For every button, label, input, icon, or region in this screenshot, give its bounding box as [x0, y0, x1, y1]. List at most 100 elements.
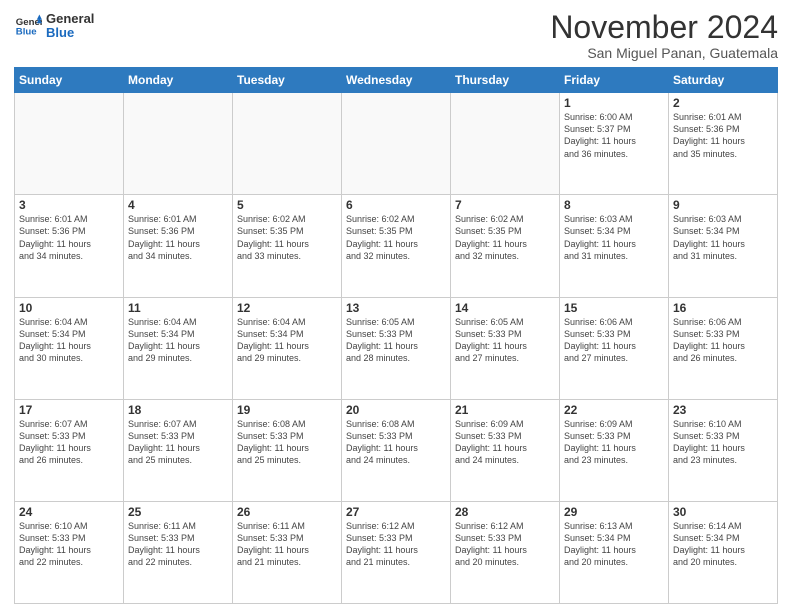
- day-cell-3: 3Sunrise: 6:01 AM Sunset: 5:36 PM Daylig…: [15, 195, 124, 297]
- day-info: Sunrise: 6:10 AM Sunset: 5:33 PM Dayligh…: [673, 418, 773, 467]
- day-cell-10: 10Sunrise: 6:04 AM Sunset: 5:34 PM Dayli…: [15, 297, 124, 399]
- week-row-0: 1Sunrise: 6:00 AM Sunset: 5:37 PM Daylig…: [15, 93, 778, 195]
- day-info: Sunrise: 6:02 AM Sunset: 5:35 PM Dayligh…: [237, 213, 337, 262]
- day-cell-empty-0-3: [342, 93, 451, 195]
- day-cell-empty-0-2: [233, 93, 342, 195]
- day-info: Sunrise: 6:05 AM Sunset: 5:33 PM Dayligh…: [455, 316, 555, 365]
- day-number: 7: [455, 198, 555, 212]
- day-cell-24: 24Sunrise: 6:10 AM Sunset: 5:33 PM Dayli…: [15, 501, 124, 603]
- day-info: Sunrise: 6:11 AM Sunset: 5:33 PM Dayligh…: [237, 520, 337, 569]
- day-cell-12: 12Sunrise: 6:04 AM Sunset: 5:34 PM Dayli…: [233, 297, 342, 399]
- day-info: Sunrise: 6:03 AM Sunset: 5:34 PM Dayligh…: [673, 213, 773, 262]
- day-number: 5: [237, 198, 337, 212]
- day-info: Sunrise: 6:10 AM Sunset: 5:33 PM Dayligh…: [19, 520, 119, 569]
- col-header-sunday: Sunday: [15, 68, 124, 93]
- day-cell-18: 18Sunrise: 6:07 AM Sunset: 5:33 PM Dayli…: [124, 399, 233, 501]
- day-cell-6: 6Sunrise: 6:02 AM Sunset: 5:35 PM Daylig…: [342, 195, 451, 297]
- day-info: Sunrise: 6:09 AM Sunset: 5:33 PM Dayligh…: [564, 418, 664, 467]
- day-info: Sunrise: 6:07 AM Sunset: 5:33 PM Dayligh…: [19, 418, 119, 467]
- day-info: Sunrise: 6:00 AM Sunset: 5:37 PM Dayligh…: [564, 111, 664, 160]
- day-number: 28: [455, 505, 555, 519]
- day-number: 4: [128, 198, 228, 212]
- day-cell-5: 5Sunrise: 6:02 AM Sunset: 5:35 PM Daylig…: [233, 195, 342, 297]
- day-number: 8: [564, 198, 664, 212]
- day-cell-empty-0-1: [124, 93, 233, 195]
- day-cell-14: 14Sunrise: 6:05 AM Sunset: 5:33 PM Dayli…: [451, 297, 560, 399]
- day-info: Sunrise: 6:04 AM Sunset: 5:34 PM Dayligh…: [19, 316, 119, 365]
- day-number: 21: [455, 403, 555, 417]
- day-cell-4: 4Sunrise: 6:01 AM Sunset: 5:36 PM Daylig…: [124, 195, 233, 297]
- logo-general: General: [46, 12, 94, 26]
- month-title: November 2024: [550, 10, 778, 45]
- day-number: 22: [564, 403, 664, 417]
- col-header-tuesday: Tuesday: [233, 68, 342, 93]
- day-cell-28: 28Sunrise: 6:12 AM Sunset: 5:33 PM Dayli…: [451, 501, 560, 603]
- day-cell-11: 11Sunrise: 6:04 AM Sunset: 5:34 PM Dayli…: [124, 297, 233, 399]
- day-cell-20: 20Sunrise: 6:08 AM Sunset: 5:33 PM Dayli…: [342, 399, 451, 501]
- day-number: 3: [19, 198, 119, 212]
- col-header-wednesday: Wednesday: [342, 68, 451, 93]
- day-number: 12: [237, 301, 337, 315]
- week-row-3: 17Sunrise: 6:07 AM Sunset: 5:33 PM Dayli…: [15, 399, 778, 501]
- col-header-monday: Monday: [124, 68, 233, 93]
- day-number: 1: [564, 96, 664, 110]
- day-number: 2: [673, 96, 773, 110]
- day-number: 13: [346, 301, 446, 315]
- day-info: Sunrise: 6:02 AM Sunset: 5:35 PM Dayligh…: [346, 213, 446, 262]
- col-header-friday: Friday: [560, 68, 669, 93]
- day-info: Sunrise: 6:06 AM Sunset: 5:33 PM Dayligh…: [564, 316, 664, 365]
- day-cell-26: 26Sunrise: 6:11 AM Sunset: 5:33 PM Dayli…: [233, 501, 342, 603]
- day-number: 10: [19, 301, 119, 315]
- logo-icon: General Blue: [14, 11, 42, 39]
- day-cell-23: 23Sunrise: 6:10 AM Sunset: 5:33 PM Dayli…: [669, 399, 778, 501]
- week-row-4: 24Sunrise: 6:10 AM Sunset: 5:33 PM Dayli…: [15, 501, 778, 603]
- day-cell-27: 27Sunrise: 6:12 AM Sunset: 5:33 PM Dayli…: [342, 501, 451, 603]
- day-number: 15: [564, 301, 664, 315]
- day-info: Sunrise: 6:08 AM Sunset: 5:33 PM Dayligh…: [346, 418, 446, 467]
- day-info: Sunrise: 6:07 AM Sunset: 5:33 PM Dayligh…: [128, 418, 228, 467]
- day-cell-empty-0-0: [15, 93, 124, 195]
- day-info: Sunrise: 6:12 AM Sunset: 5:33 PM Dayligh…: [346, 520, 446, 569]
- day-number: 29: [564, 505, 664, 519]
- logo: General Blue General Blue: [14, 10, 94, 41]
- day-number: 14: [455, 301, 555, 315]
- day-number: 26: [237, 505, 337, 519]
- day-info: Sunrise: 6:13 AM Sunset: 5:34 PM Dayligh…: [564, 520, 664, 569]
- day-cell-17: 17Sunrise: 6:07 AM Sunset: 5:33 PM Dayli…: [15, 399, 124, 501]
- day-cell-empty-0-4: [451, 93, 560, 195]
- day-number: 20: [346, 403, 446, 417]
- week-row-1: 3Sunrise: 6:01 AM Sunset: 5:36 PM Daylig…: [15, 195, 778, 297]
- day-info: Sunrise: 6:14 AM Sunset: 5:34 PM Dayligh…: [673, 520, 773, 569]
- day-number: 9: [673, 198, 773, 212]
- day-info: Sunrise: 6:04 AM Sunset: 5:34 PM Dayligh…: [237, 316, 337, 365]
- day-cell-29: 29Sunrise: 6:13 AM Sunset: 5:34 PM Dayli…: [560, 501, 669, 603]
- day-cell-25: 25Sunrise: 6:11 AM Sunset: 5:33 PM Dayli…: [124, 501, 233, 603]
- title-block: November 2024 San Miguel Panan, Guatemal…: [550, 10, 778, 61]
- day-info: Sunrise: 6:01 AM Sunset: 5:36 PM Dayligh…: [19, 213, 119, 262]
- location: San Miguel Panan, Guatemala: [550, 45, 778, 61]
- day-cell-2: 2Sunrise: 6:01 AM Sunset: 5:36 PM Daylig…: [669, 93, 778, 195]
- day-cell-1: 1Sunrise: 6:00 AM Sunset: 5:37 PM Daylig…: [560, 93, 669, 195]
- day-number: 18: [128, 403, 228, 417]
- day-number: 24: [19, 505, 119, 519]
- day-info: Sunrise: 6:05 AM Sunset: 5:33 PM Dayligh…: [346, 316, 446, 365]
- day-info: Sunrise: 6:08 AM Sunset: 5:33 PM Dayligh…: [237, 418, 337, 467]
- logo-blue: Blue: [46, 26, 94, 40]
- day-info: Sunrise: 6:02 AM Sunset: 5:35 PM Dayligh…: [455, 213, 555, 262]
- day-number: 6: [346, 198, 446, 212]
- day-cell-16: 16Sunrise: 6:06 AM Sunset: 5:33 PM Dayli…: [669, 297, 778, 399]
- calendar-table: SundayMondayTuesdayWednesdayThursdayFrid…: [14, 67, 778, 604]
- day-info: Sunrise: 6:03 AM Sunset: 5:34 PM Dayligh…: [564, 213, 664, 262]
- day-number: 11: [128, 301, 228, 315]
- week-row-2: 10Sunrise: 6:04 AM Sunset: 5:34 PM Dayli…: [15, 297, 778, 399]
- day-number: 23: [673, 403, 773, 417]
- day-info: Sunrise: 6:09 AM Sunset: 5:33 PM Dayligh…: [455, 418, 555, 467]
- day-cell-19: 19Sunrise: 6:08 AM Sunset: 5:33 PM Dayli…: [233, 399, 342, 501]
- svg-text:Blue: Blue: [16, 27, 37, 38]
- header: General Blue General Blue November 2024 …: [14, 10, 778, 61]
- col-header-thursday: Thursday: [451, 68, 560, 93]
- calendar-page: General Blue General Blue November 2024 …: [0, 0, 792, 612]
- day-info: Sunrise: 6:01 AM Sunset: 5:36 PM Dayligh…: [673, 111, 773, 160]
- day-cell-9: 9Sunrise: 6:03 AM Sunset: 5:34 PM Daylig…: [669, 195, 778, 297]
- day-cell-22: 22Sunrise: 6:09 AM Sunset: 5:33 PM Dayli…: [560, 399, 669, 501]
